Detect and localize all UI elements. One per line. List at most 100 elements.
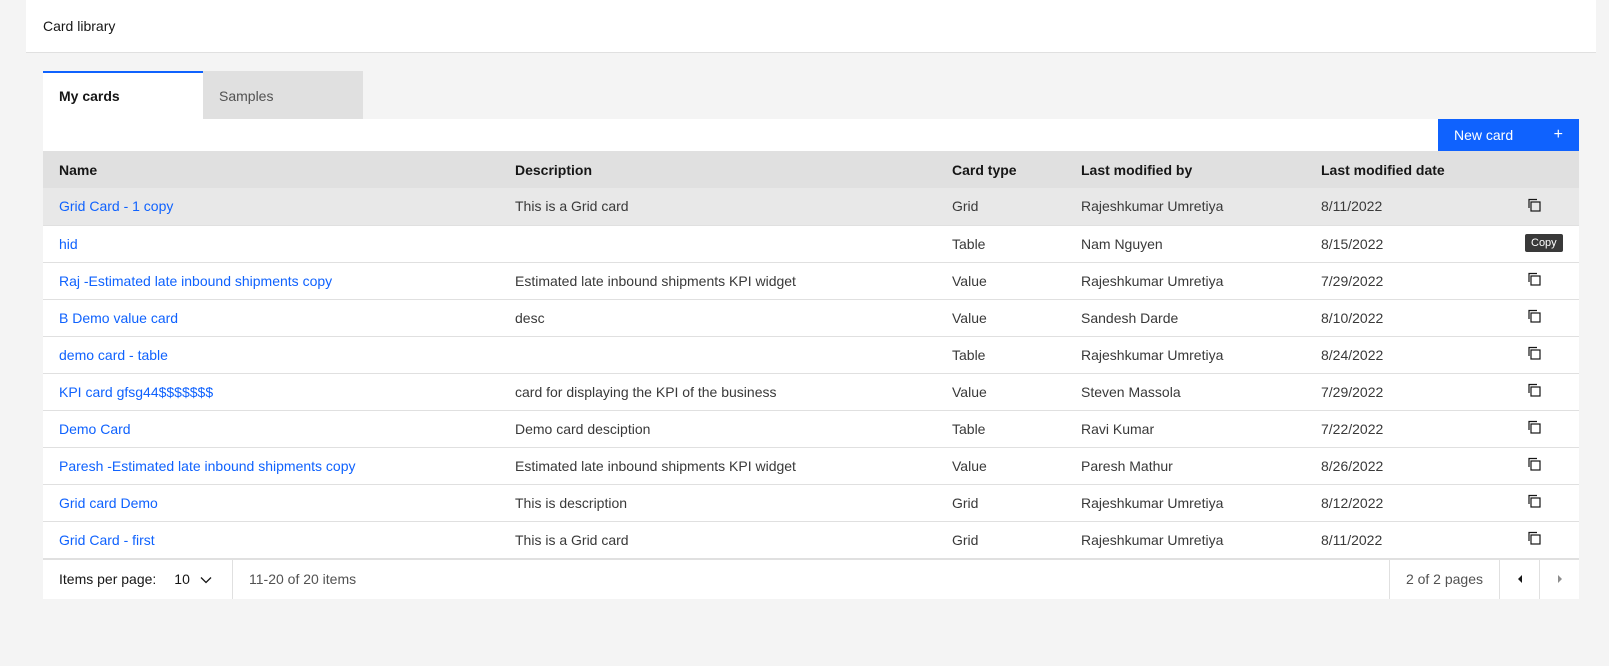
copy-tooltip: Copy [1525, 233, 1563, 252]
card-name-link[interactable]: demo card - table [59, 347, 168, 363]
tab-samples[interactable]: Samples [203, 71, 363, 119]
column-header-description: Description [515, 161, 593, 178]
cell-card-type: Grid [952, 531, 979, 548]
cell-name: Grid Card - first [43, 521, 499, 558]
cell-description: This is a Grid card [515, 198, 629, 215]
plus-icon: + [1553, 126, 1563, 143]
card-name-link[interactable]: Demo Card [59, 421, 131, 437]
cell-card-type: Grid [952, 198, 979, 215]
cell-last-modified-date: 8/11/2022 [1321, 531, 1383, 548]
cell-last-modified-by: Nam Nguyen [1081, 235, 1163, 252]
cell-description: This is description [515, 494, 628, 511]
cell-last-modified-date: 8/12/2022 [1321, 494, 1384, 511]
copy-icon[interactable] [1526, 419, 1542, 435]
table-row[interactable]: Raj -Estimated late inbound shipments co… [43, 262, 1579, 299]
card-name-link[interactable]: Grid Card - first [59, 532, 155, 548]
cell-actions [1510, 299, 1579, 336]
table-row[interactable]: Paresh -Estimated late inbound shipments… [43, 447, 1579, 484]
card-name-link[interactable]: B Demo value card [59, 310, 178, 326]
copy-icon[interactable] [1526, 271, 1542, 287]
table-row[interactable]: Grid Card - 1 copy This is a Grid card Gri… [43, 188, 1579, 225]
cell-last-modified-by: Sandesh Darde [1081, 309, 1179, 326]
table-row[interactable]: demo card - table Table Rajeshkumar Umreti… [43, 336, 1579, 373]
copy-icon[interactable] [1526, 493, 1542, 509]
card-name-link[interactable]: hid [59, 236, 78, 252]
table-row[interactable]: KPI card gfsg44$$$$$$$ card for displayin… [43, 373, 1579, 410]
card-name-link[interactable]: Grid Card - 1 copy [59, 198, 173, 214]
cards-panel: New card + Name Description Card type La… [43, 119, 1579, 599]
cell-actions [1510, 188, 1579, 225]
column-header-last-modified-by: Last modified by [1081, 161, 1193, 178]
cell-last-modified-date: 8/26/2022 [1321, 457, 1384, 474]
new-card-label: New card [1454, 127, 1514, 143]
cell-name: Demo Card [43, 410, 499, 447]
table-header-row: Name Description Card type Last modified… [43, 151, 1579, 188]
cell-description [499, 336, 936, 373]
cell-last-modified-by: Paresh Mathur [1081, 457, 1173, 474]
card-name-link[interactable]: Grid card Demo [59, 495, 158, 511]
page-count-text: 2 of 2 pages [1405, 571, 1483, 587]
cell-last-modified-date: 8/15/2022 [1321, 235, 1384, 252]
cell-card-type: Value [952, 383, 987, 400]
table-row[interactable]: Grid Card - first This is a Grid card Grid… [43, 521, 1579, 558]
cell-description: Demo card desciption [515, 420, 651, 437]
card-name-link[interactable]: KPI card gfsg44$$$$$$$ [59, 384, 213, 400]
pagination: Items per page: 10 11-20 of 20 items 2 o… [43, 558, 1579, 599]
next-page-button[interactable] [1539, 559, 1579, 599]
column-header-last-modified-date: Last modified date [1321, 161, 1445, 178]
cell-actions [1510, 521, 1579, 558]
card-name-link[interactable]: Paresh -Estimated late inbound shipments… [59, 458, 356, 474]
cell-last-modified-by: Steven Massola [1081, 383, 1181, 400]
tab-my-cards[interactable]: My cards [43, 71, 203, 119]
items-per-page-label: Items per page: [59, 571, 157, 587]
table-row[interactable]: hid Table Nam Nguyen 8/15/2022 Copy [43, 225, 1579, 262]
cell-description: This is a Grid card [515, 531, 629, 548]
table-row[interactable]: B Demo value card desc Value Sandesh Darde 8… [43, 299, 1579, 336]
cards-table: Name Description Card type Last modified… [43, 151, 1579, 559]
cell-last-modified-date: 7/29/2022 [1321, 383, 1384, 400]
cell-last-modified-by: Rajeshkumar Umretiya [1081, 346, 1224, 363]
cell-actions: Copy [1510, 225, 1579, 262]
cell-description: desc [515, 309, 545, 326]
copy-icon[interactable] [1526, 382, 1542, 398]
tab-list: My cards Samples [43, 71, 363, 119]
column-header-card-type: Card type [952, 161, 1017, 178]
chevron-down-icon [200, 571, 212, 587]
copy-icon[interactable] [1526, 197, 1542, 213]
items-per-page: Items per page: 10 [43, 559, 233, 599]
cell-last-modified-by: Rajeshkumar Umretiya [1081, 198, 1224, 215]
cell-card-type: Value [952, 457, 987, 474]
items-per-page-value: 10 [174, 571, 190, 587]
cell-last-modified-by: Rajeshkumar Umretiya [1081, 494, 1224, 511]
cell-last-modified-by: Rajeshkumar Umretiya [1081, 272, 1224, 289]
cell-description [499, 225, 936, 262]
cell-description: Estimated late inbound shipments KPI wid… [515, 457, 796, 474]
card-name-link[interactable]: Raj -Estimated late inbound shipments co… [59, 273, 332, 289]
copy-icon[interactable] [1526, 345, 1542, 361]
cell-last-modified-date: 7/29/2022 [1321, 272, 1384, 289]
cell-last-modified-by: Ravi Kumar [1081, 420, 1155, 437]
copy-icon[interactable] [1526, 530, 1542, 546]
cell-actions [1510, 262, 1579, 299]
cell-card-type: Table [952, 235, 986, 252]
item-range: 11-20 of 20 items [249, 571, 357, 587]
copy-icon[interactable] [1526, 308, 1542, 324]
cell-name: Paresh -Estimated late inbound shipments… [43, 447, 499, 484]
cell-name: Grid Card - 1 copy [43, 188, 499, 225]
cell-last-modified-by: Rajeshkumar Umretiya [1081, 531, 1224, 548]
cell-name: Raj -Estimated late inbound shipments co… [43, 262, 499, 299]
cell-card-type: Table [952, 420, 986, 437]
copy-icon[interactable] [1526, 456, 1542, 472]
table-toolbar: New card + [43, 119, 1579, 151]
cell-actions [1510, 484, 1579, 521]
cell-card-type: Table [952, 346, 986, 363]
cell-description: card for displaying the KPI of the busin… [515, 383, 777, 400]
cell-last-modified-date: 8/11/2022 [1321, 198, 1383, 215]
items-per-page-select[interactable]: 10 [174, 571, 212, 587]
cell-last-modified-date: 7/22/2022 [1321, 420, 1384, 437]
table-row[interactable]: Demo Card Demo card desciption Table Ravi K… [43, 410, 1579, 447]
new-card-button[interactable]: New card + [1438, 119, 1579, 151]
cell-actions [1510, 410, 1579, 447]
previous-page-button[interactable] [1499, 559, 1539, 599]
table-row[interactable]: Grid card Demo This is description Grid Raj… [43, 484, 1579, 521]
